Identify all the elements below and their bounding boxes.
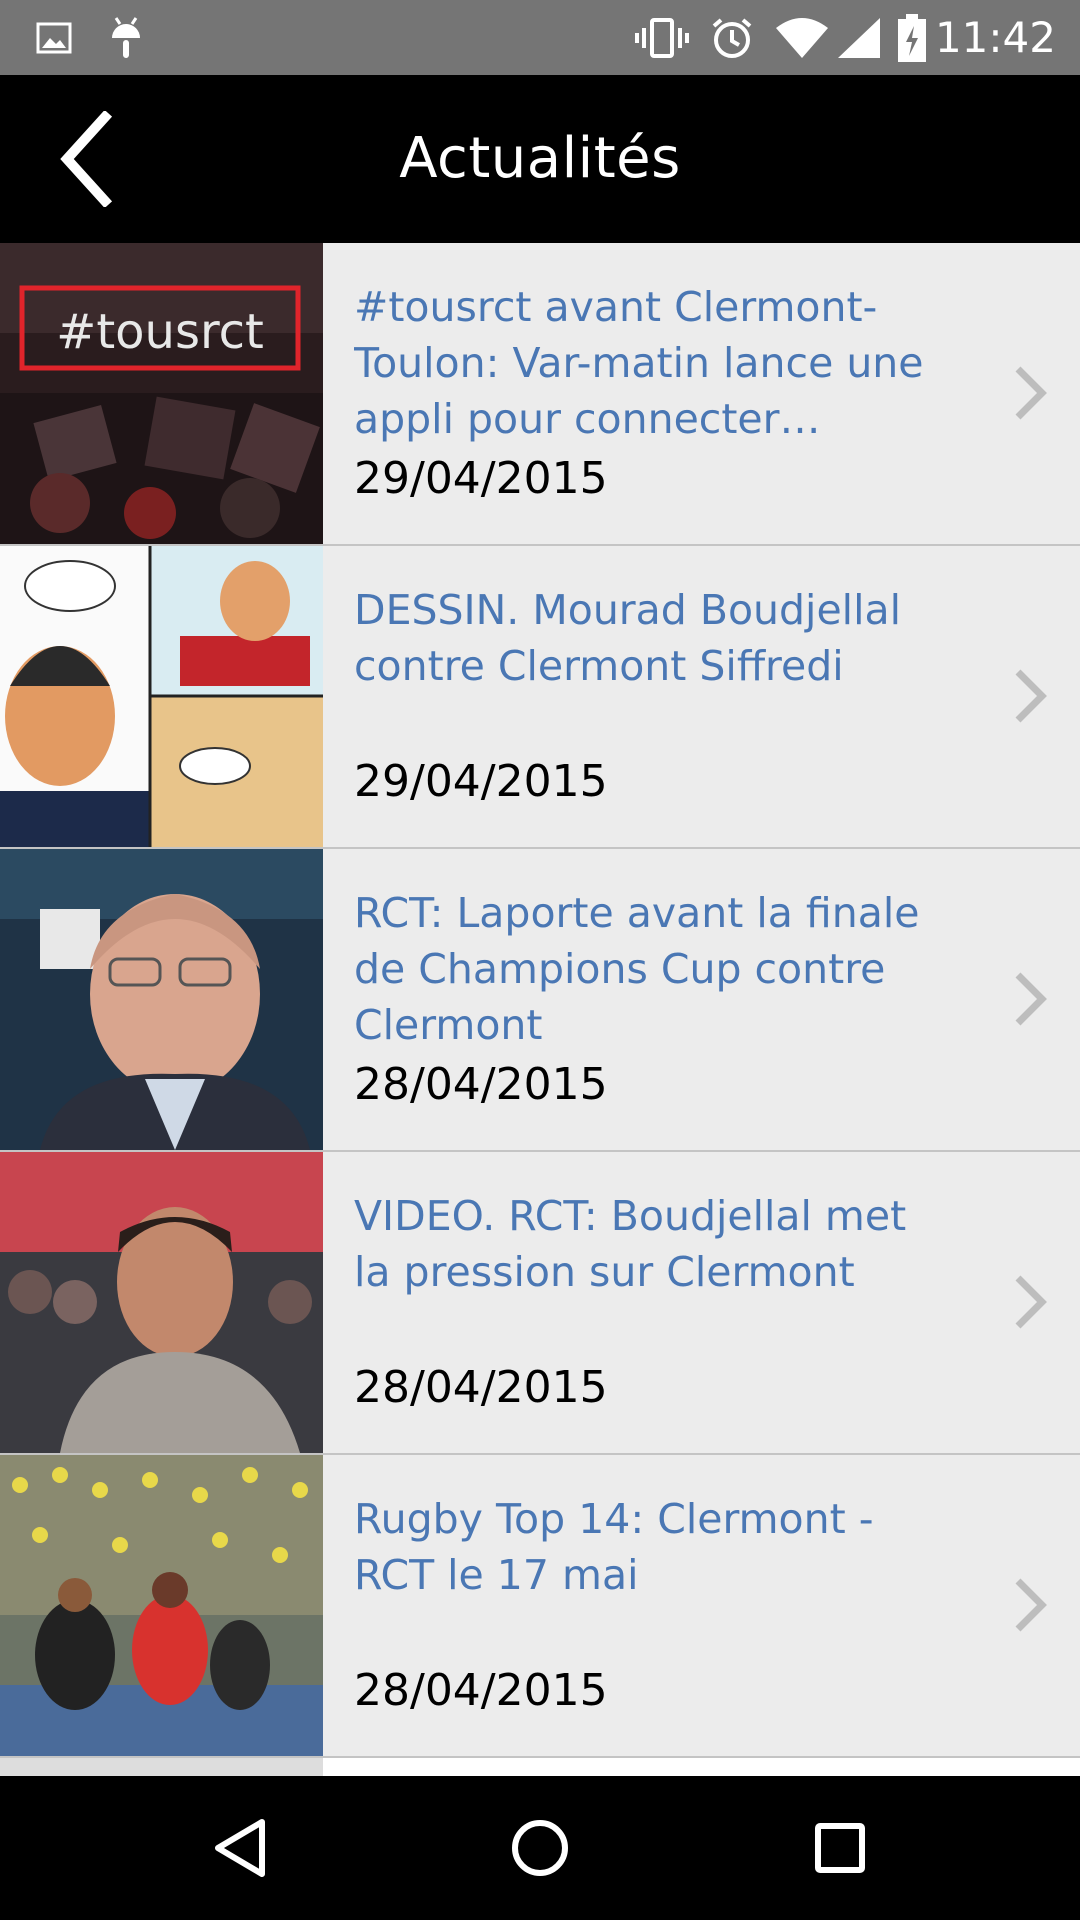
battery-charging-icon bbox=[892, 0, 932, 75]
chevron-right-icon bbox=[1015, 972, 1047, 1026]
system-nav-bar bbox=[0, 1776, 1080, 1920]
thumbnail-overlay-text: #tousrct bbox=[56, 304, 264, 360]
home-circle-icon bbox=[512, 1820, 568, 1876]
nav-home-button[interactable] bbox=[460, 1776, 620, 1920]
news-list-item[interactable]: Rugby Top 14: Clermont - RCT le 17 mai 2… bbox=[0, 1455, 1080, 1758]
chevron-right-icon bbox=[1015, 1578, 1047, 1632]
news-list-item-partial[interactable] bbox=[0, 1758, 1080, 1776]
android-icon bbox=[104, 0, 148, 75]
chevron-right-icon bbox=[1015, 669, 1047, 723]
news-date: 28/04/2015 bbox=[354, 1362, 608, 1413]
signal-icon bbox=[832, 0, 884, 75]
nav-back-button[interactable] bbox=[160, 1776, 320, 1920]
news-title[interactable]: DESSIN. Mourad Boudjellal contre Clermon… bbox=[354, 582, 954, 750]
news-thumbnail bbox=[0, 1152, 323, 1453]
news-list-item[interactable]: RCT: Laporte avant la finale de Champion… bbox=[0, 849, 1080, 1152]
news-title[interactable]: #tousrct avant Clermont-Toulon: Var-mati… bbox=[354, 279, 954, 447]
chevron-right-icon bbox=[1015, 1275, 1047, 1329]
news-list-item[interactable]: #tousrct #tousrct avant Clermont-Toulon:… bbox=[0, 243, 1080, 546]
alarm-icon bbox=[706, 0, 758, 75]
news-date: 28/04/2015 bbox=[354, 1059, 608, 1110]
news-list-item[interactable]: VIDEO. RCT: Boudjellal met la pression s… bbox=[0, 1152, 1080, 1455]
news-date: 29/04/2015 bbox=[354, 453, 608, 504]
recents-square-icon bbox=[815, 1823, 865, 1873]
news-date: 29/04/2015 bbox=[354, 756, 608, 807]
news-title[interactable]: Rugby Top 14: Clermont - RCT le 17 mai bbox=[354, 1491, 954, 1659]
page-title: Actualités bbox=[399, 126, 681, 191]
image-icon bbox=[34, 0, 74, 75]
news-date: 28/04/2015 bbox=[354, 1665, 608, 1716]
status-time: 11:42 bbox=[934, 13, 1056, 62]
news-thumbnail bbox=[0, 849, 323, 1150]
news-list-item[interactable]: DESSIN. Mourad Boudjellal contre Clermon… bbox=[0, 546, 1080, 849]
vibrate-icon bbox=[632, 0, 692, 75]
nav-recents-button[interactable] bbox=[760, 1776, 920, 1920]
news-list[interactable]: #tousrct #tousrct avant Clermont-Toulon:… bbox=[0, 243, 1080, 1776]
status-bar: 11:42 bbox=[0, 0, 1080, 75]
news-thumbnail bbox=[0, 546, 323, 847]
news-thumbnail: #tousrct bbox=[0, 243, 323, 544]
news-title[interactable]: VIDEO. RCT: Boudjellal met la pression s… bbox=[354, 1188, 954, 1356]
news-title[interactable]: RCT: Laporte avant la finale de Champion… bbox=[354, 885, 954, 1053]
app-bar: Actualités bbox=[0, 75, 1080, 243]
chevron-right-icon bbox=[1015, 366, 1047, 420]
wifi-icon bbox=[772, 0, 832, 75]
screen: 11:42 Actualités #tousrct #tousrct avant… bbox=[0, 0, 1080, 1920]
news-thumbnail bbox=[0, 1455, 323, 1756]
back-triangle-icon bbox=[215, 1819, 265, 1877]
news-thumbnail bbox=[0, 1758, 323, 1776]
